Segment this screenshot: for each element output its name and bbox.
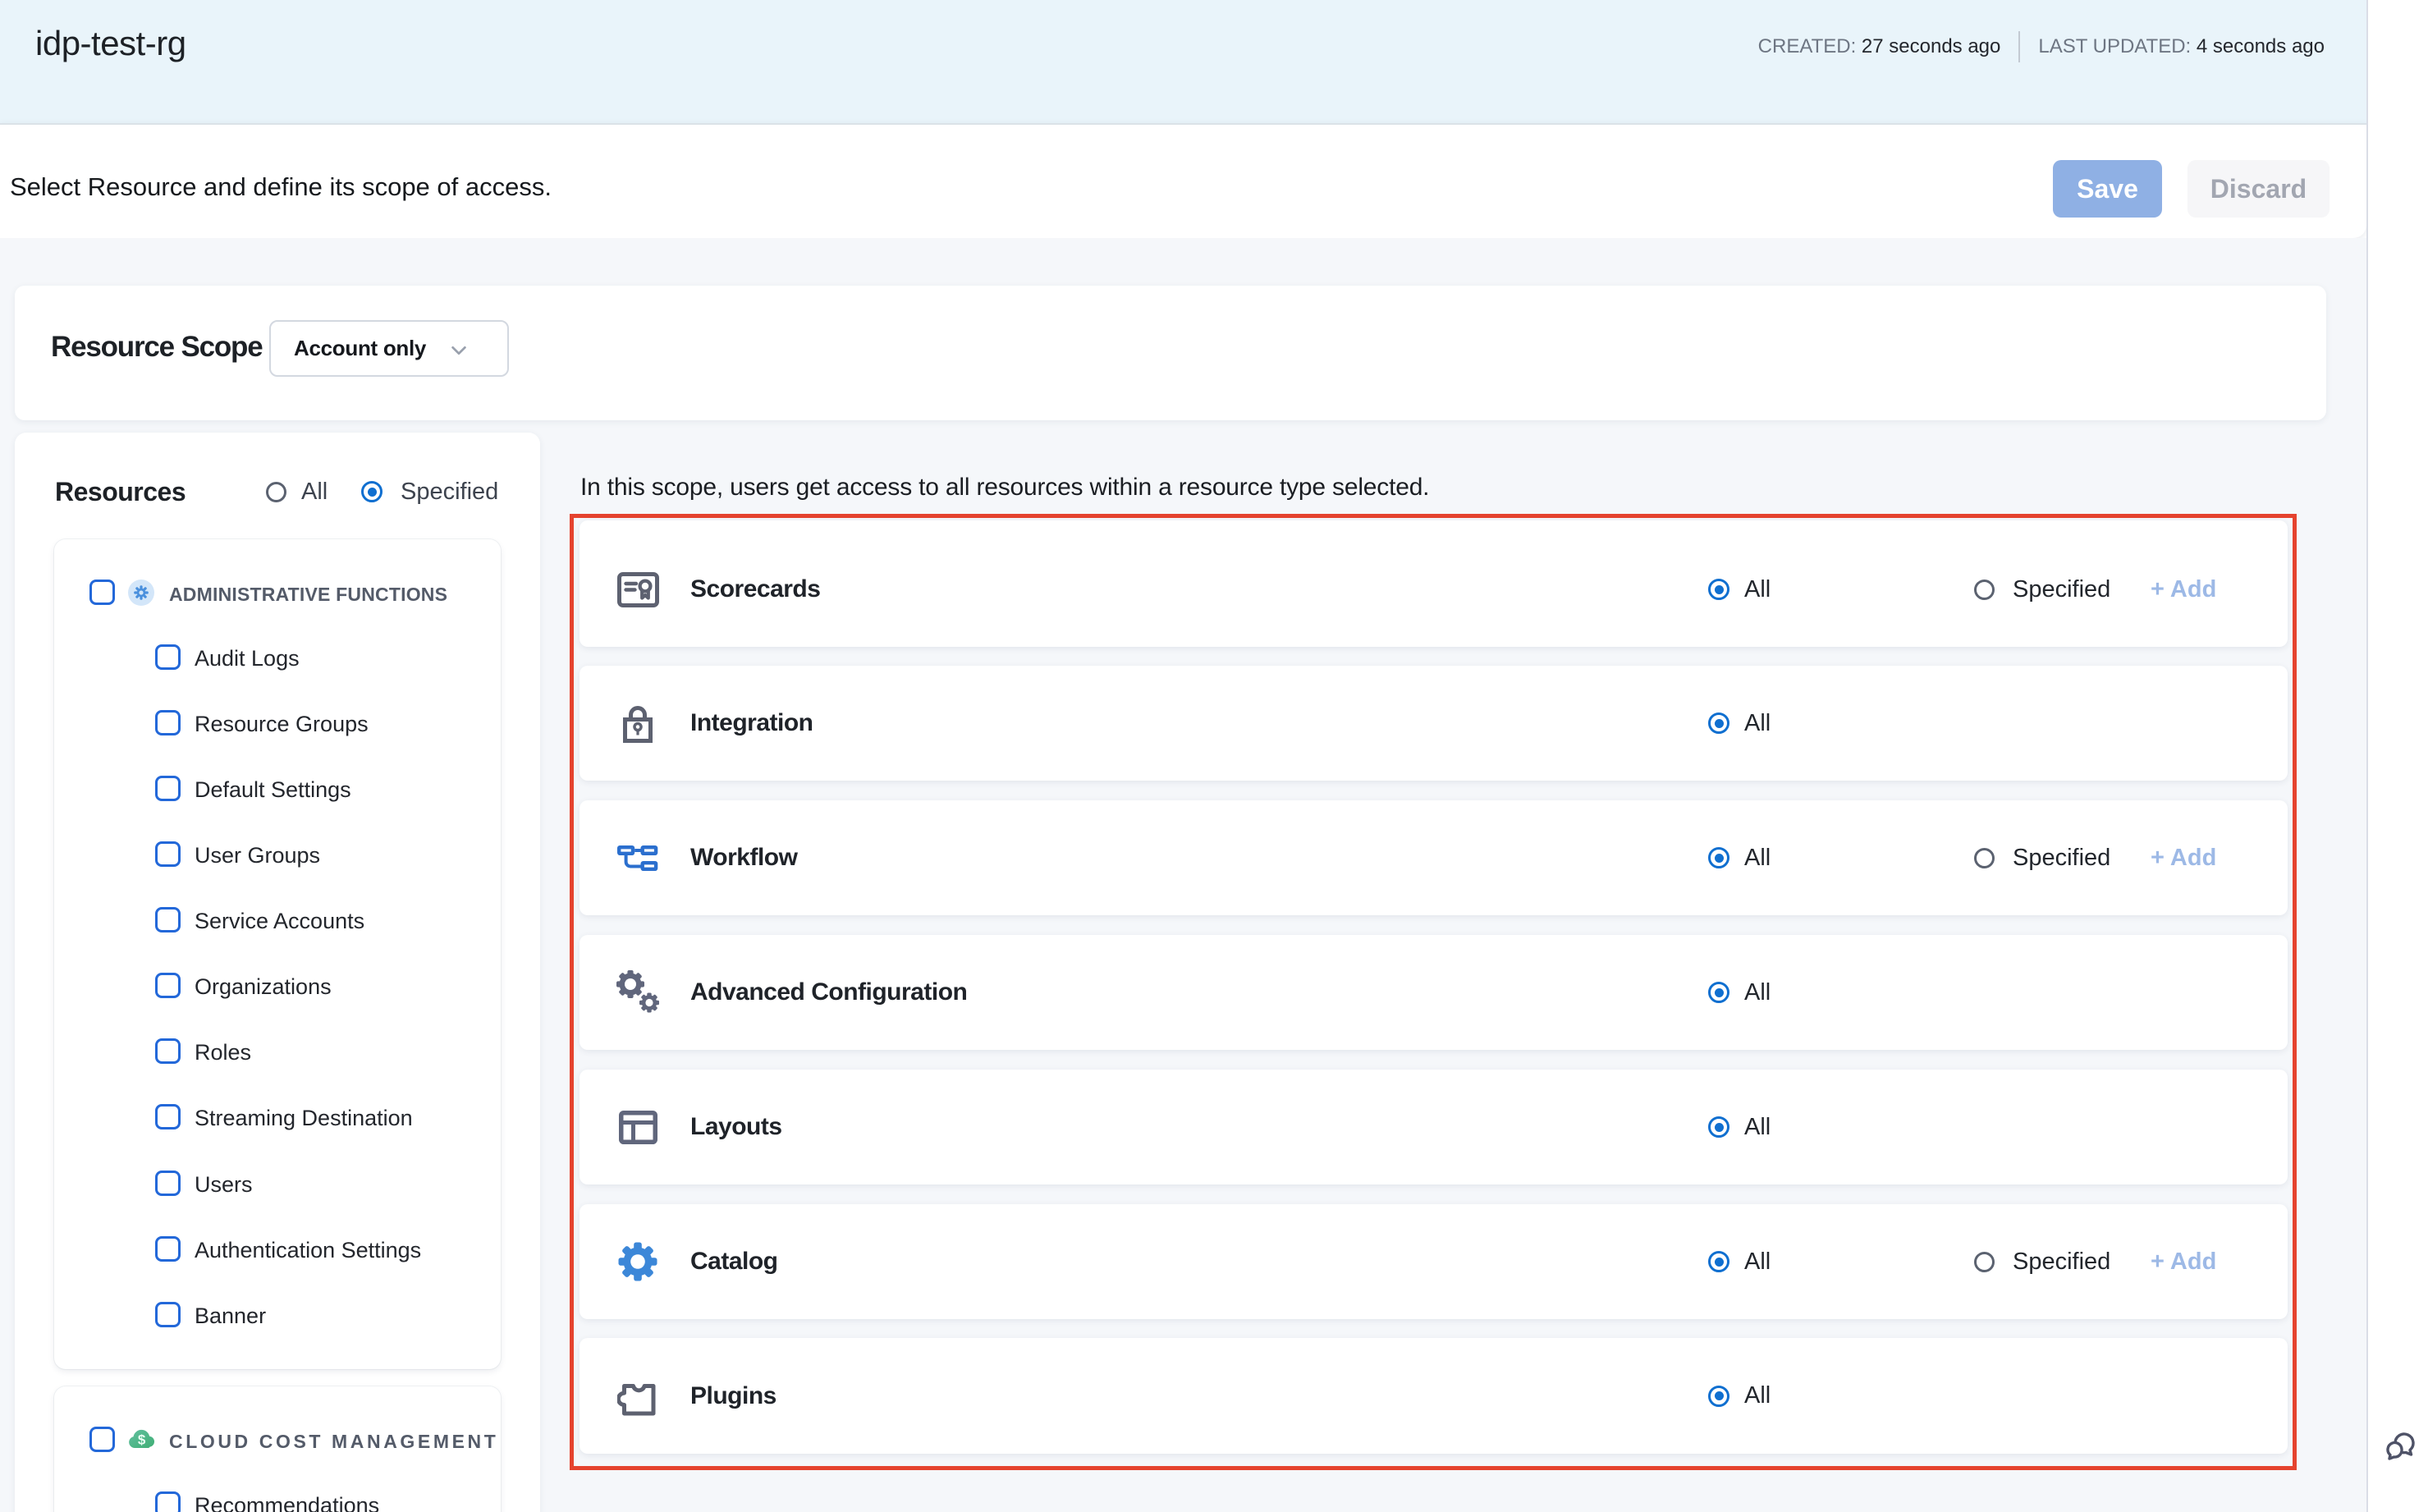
svg-text:$: $ bbox=[138, 1432, 146, 1448]
